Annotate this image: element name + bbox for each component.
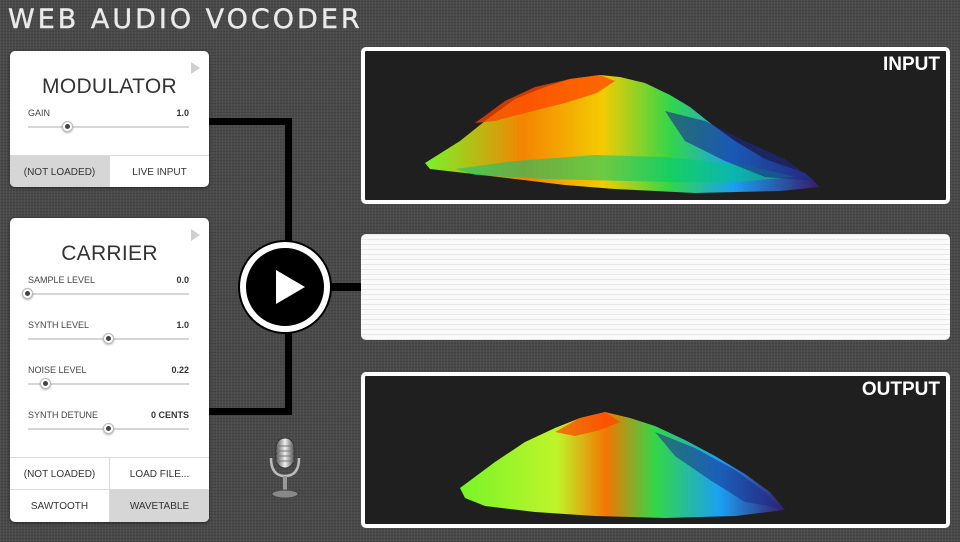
collapse-arrow-icon[interactable] <box>191 62 200 74</box>
play-icon <box>276 270 305 304</box>
output-visualizer: OUTPUT <box>361 372 950 528</box>
sample-level-thumb[interactable] <box>22 288 33 299</box>
carrier-file-button[interactable]: (NOT LOADED) <box>10 458 109 490</box>
output-label: OUTPUT <box>861 379 940 400</box>
gain-value: 1.0 <box>176 108 189 118</box>
modulator-panel: MODULATOR GAIN 1.0 (NOT LOADED) LIVE INP… <box>10 51 209 187</box>
wire-modulator <box>209 118 292 125</box>
gain-slider-track[interactable] <box>28 126 189 128</box>
wire-carrier-up <box>285 326 292 415</box>
synth-detune-control: SYNTH DETUNE 0 CENTS <box>28 410 189 440</box>
gain-label: GAIN <box>28 108 51 118</box>
load-file-button[interactable]: LOAD FILE... <box>109 458 209 490</box>
app-title: WEB AUDIO VOCODER <box>8 4 363 35</box>
synth-level-thumb[interactable] <box>102 333 114 344</box>
microphone-icon[interactable] <box>266 438 304 500</box>
carrier-wave-buttons: SAWTOOTH WAVETABLE <box>10 489 209 522</box>
input-visualizer: INPUT <box>361 47 950 204</box>
noise-level-track[interactable] <box>28 383 189 385</box>
input-label: INPUT <box>883 54 940 75</box>
collapse-arrow-icon[interactable] <box>191 229 200 241</box>
noise-level-value: 0.22 <box>171 365 189 375</box>
gain-control: GAIN 1.0 <box>28 108 189 138</box>
wire-carrier <box>209 408 292 415</box>
synth-level-label: SYNTH LEVEL <box>28 320 90 330</box>
sample-level-label: SAMPLE LEVEL <box>28 275 96 285</box>
sawtooth-button[interactable]: SAWTOOTH <box>10 490 109 522</box>
wire-modulator-down <box>285 118 292 250</box>
synth-level-control: SYNTH LEVEL 1.0 <box>28 320 189 350</box>
carrier-title: CARRIER <box>61 242 158 265</box>
output-spectrogram <box>460 412 785 518</box>
carrier-panel: CARRIER SAMPLE LEVEL 0.0 SYNTH LEVEL 1.0… <box>10 218 209 522</box>
noise-level-thumb[interactable] <box>39 378 51 389</box>
input-spectrogram <box>425 75 820 193</box>
play-button[interactable] <box>240 242 330 332</box>
modulator-source-buttons: (NOT LOADED) LIVE INPUT <box>10 155 209 187</box>
wire-output <box>328 283 362 291</box>
synth-detune-value: 0 CENTS <box>150 410 189 420</box>
sample-level-value: 0.0 <box>176 275 189 285</box>
carrier-file-buttons: (NOT LOADED) LOAD FILE... <box>10 457 209 490</box>
synth-detune-label: SYNTH DETUNE <box>28 410 99 420</box>
sample-level-control: SAMPLE LEVEL 0.0 <box>22 275 189 305</box>
noise-level-label: NOISE LEVEL <box>28 365 87 375</box>
sample-level-track[interactable] <box>28 293 189 295</box>
live-input-button[interactable]: LIVE INPUT <box>109 156 209 187</box>
vocoder-band-display <box>361 234 950 340</box>
noise-level-control: NOISE LEVEL 0.22 <box>28 365 189 395</box>
modulator-file-button[interactable]: (NOT LOADED) <box>10 156 109 187</box>
gain-slider-thumb[interactable] <box>62 121 74 132</box>
synth-level-value: 1.0 <box>176 320 189 330</box>
wavetable-button[interactable]: WAVETABLE <box>109 490 209 522</box>
modulator-title: MODULATOR <box>42 75 177 98</box>
synth-detune-thumb[interactable] <box>102 423 114 434</box>
